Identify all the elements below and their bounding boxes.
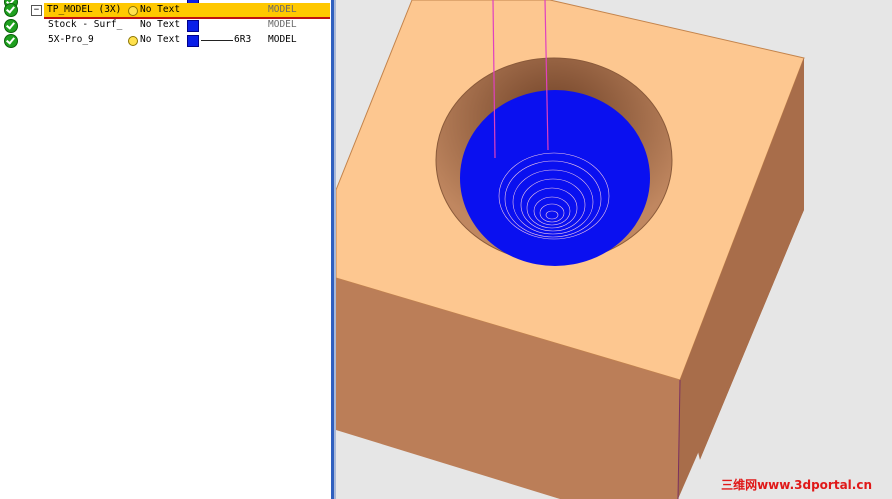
collapse-toggle-icon[interactable]: − [31, 5, 42, 16]
item-text: No Text [140, 34, 181, 45]
item-type: MODEL [268, 4, 297, 15]
item-name: 5X-Pro_9 [48, 34, 94, 45]
status-check-icon [4, 3, 18, 17]
item-tool: 6R3 [234, 34, 252, 45]
item-name: Stock - Surf_ [48, 19, 123, 30]
item-type: MODEL [268, 34, 297, 45]
item-name: TP_MODEL (3X) [47, 4, 122, 15]
toolpath-surface [460, 90, 650, 266]
tool-connector-line [201, 40, 233, 41]
tree-row-tp-model[interactable]: − TP_MODEL (3X) No Text MODEL [0, 2, 331, 19]
viewport-scene [336, 0, 892, 499]
status-check-icon [4, 34, 18, 48]
item-type: MODEL [268, 19, 297, 30]
color-swatch[interactable] [187, 20, 199, 32]
watermark: 三维网www.3dportal.cn [721, 478, 872, 492]
model-tree-panel: − TP_MODEL (3X) No Text MODEL Stock - Su… [0, 0, 331, 499]
3d-viewport[interactable] [336, 0, 892, 499]
item-text: No Text [140, 4, 181, 15]
item-text: No Text [140, 19, 181, 30]
tree-row-5x-pro[interactable]: 5X-Pro_9 No Text 6R3 MODEL [0, 32, 331, 48]
tree-row-stock-surf[interactable]: Stock - Surf_ No Text MODEL [0, 17, 331, 33]
color-swatch[interactable] [187, 35, 199, 47]
status-check-icon [4, 19, 18, 33]
lightbulb-icon[interactable] [128, 6, 138, 16]
lightbulb-icon[interactable] [128, 36, 138, 46]
